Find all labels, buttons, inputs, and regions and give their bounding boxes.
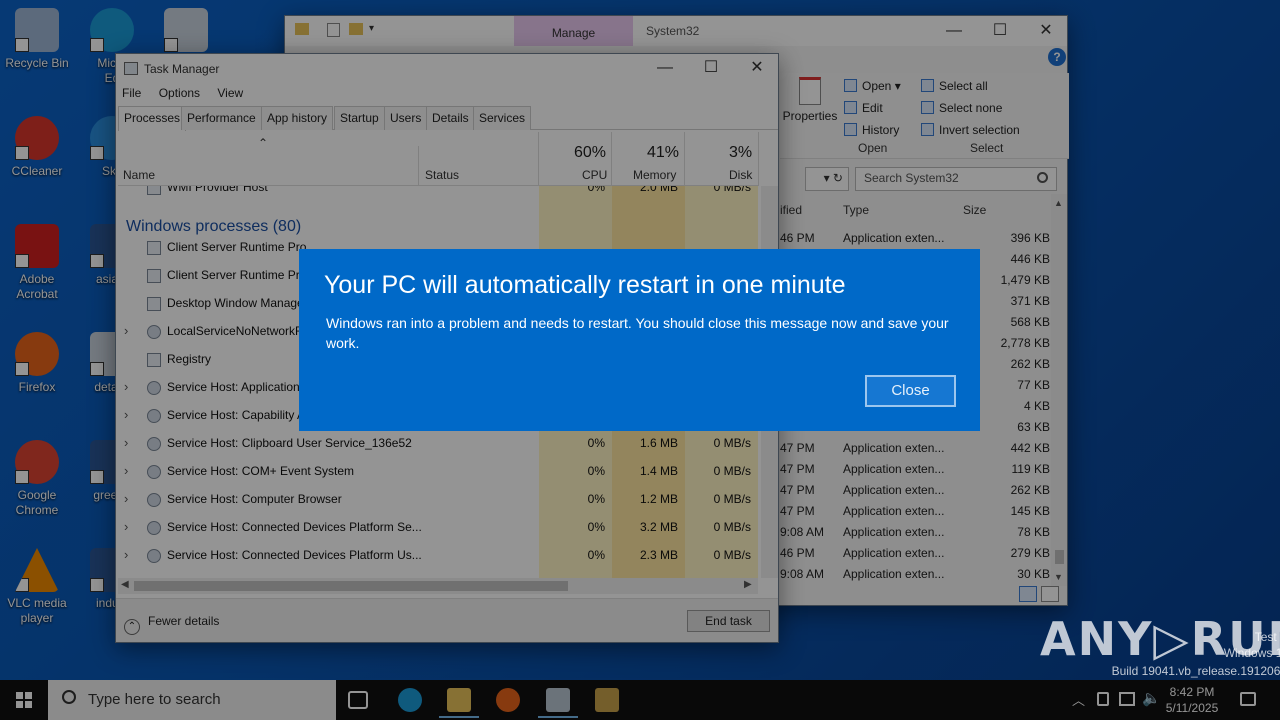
watermark-build: Build 19041.vb_release.191206-1406	[1111, 664, 1280, 678]
watermark-test-mode: Test Mode	[1254, 630, 1280, 644]
dialog-message: Windows ran into a problem and needs to …	[326, 315, 949, 351]
restart-warning-dialog: Your PC will automatically restart in on…	[299, 249, 980, 431]
watermark: ANY▷RUN Test Mode Windows 10 Pro Build 1…	[1040, 612, 1280, 678]
watermark-edition: Windows 10 Pro	[1223, 646, 1280, 660]
dialog-title: Your PC will automatically restart in on…	[324, 271, 846, 299]
dialog-close-button[interactable]: Close	[865, 375, 956, 407]
